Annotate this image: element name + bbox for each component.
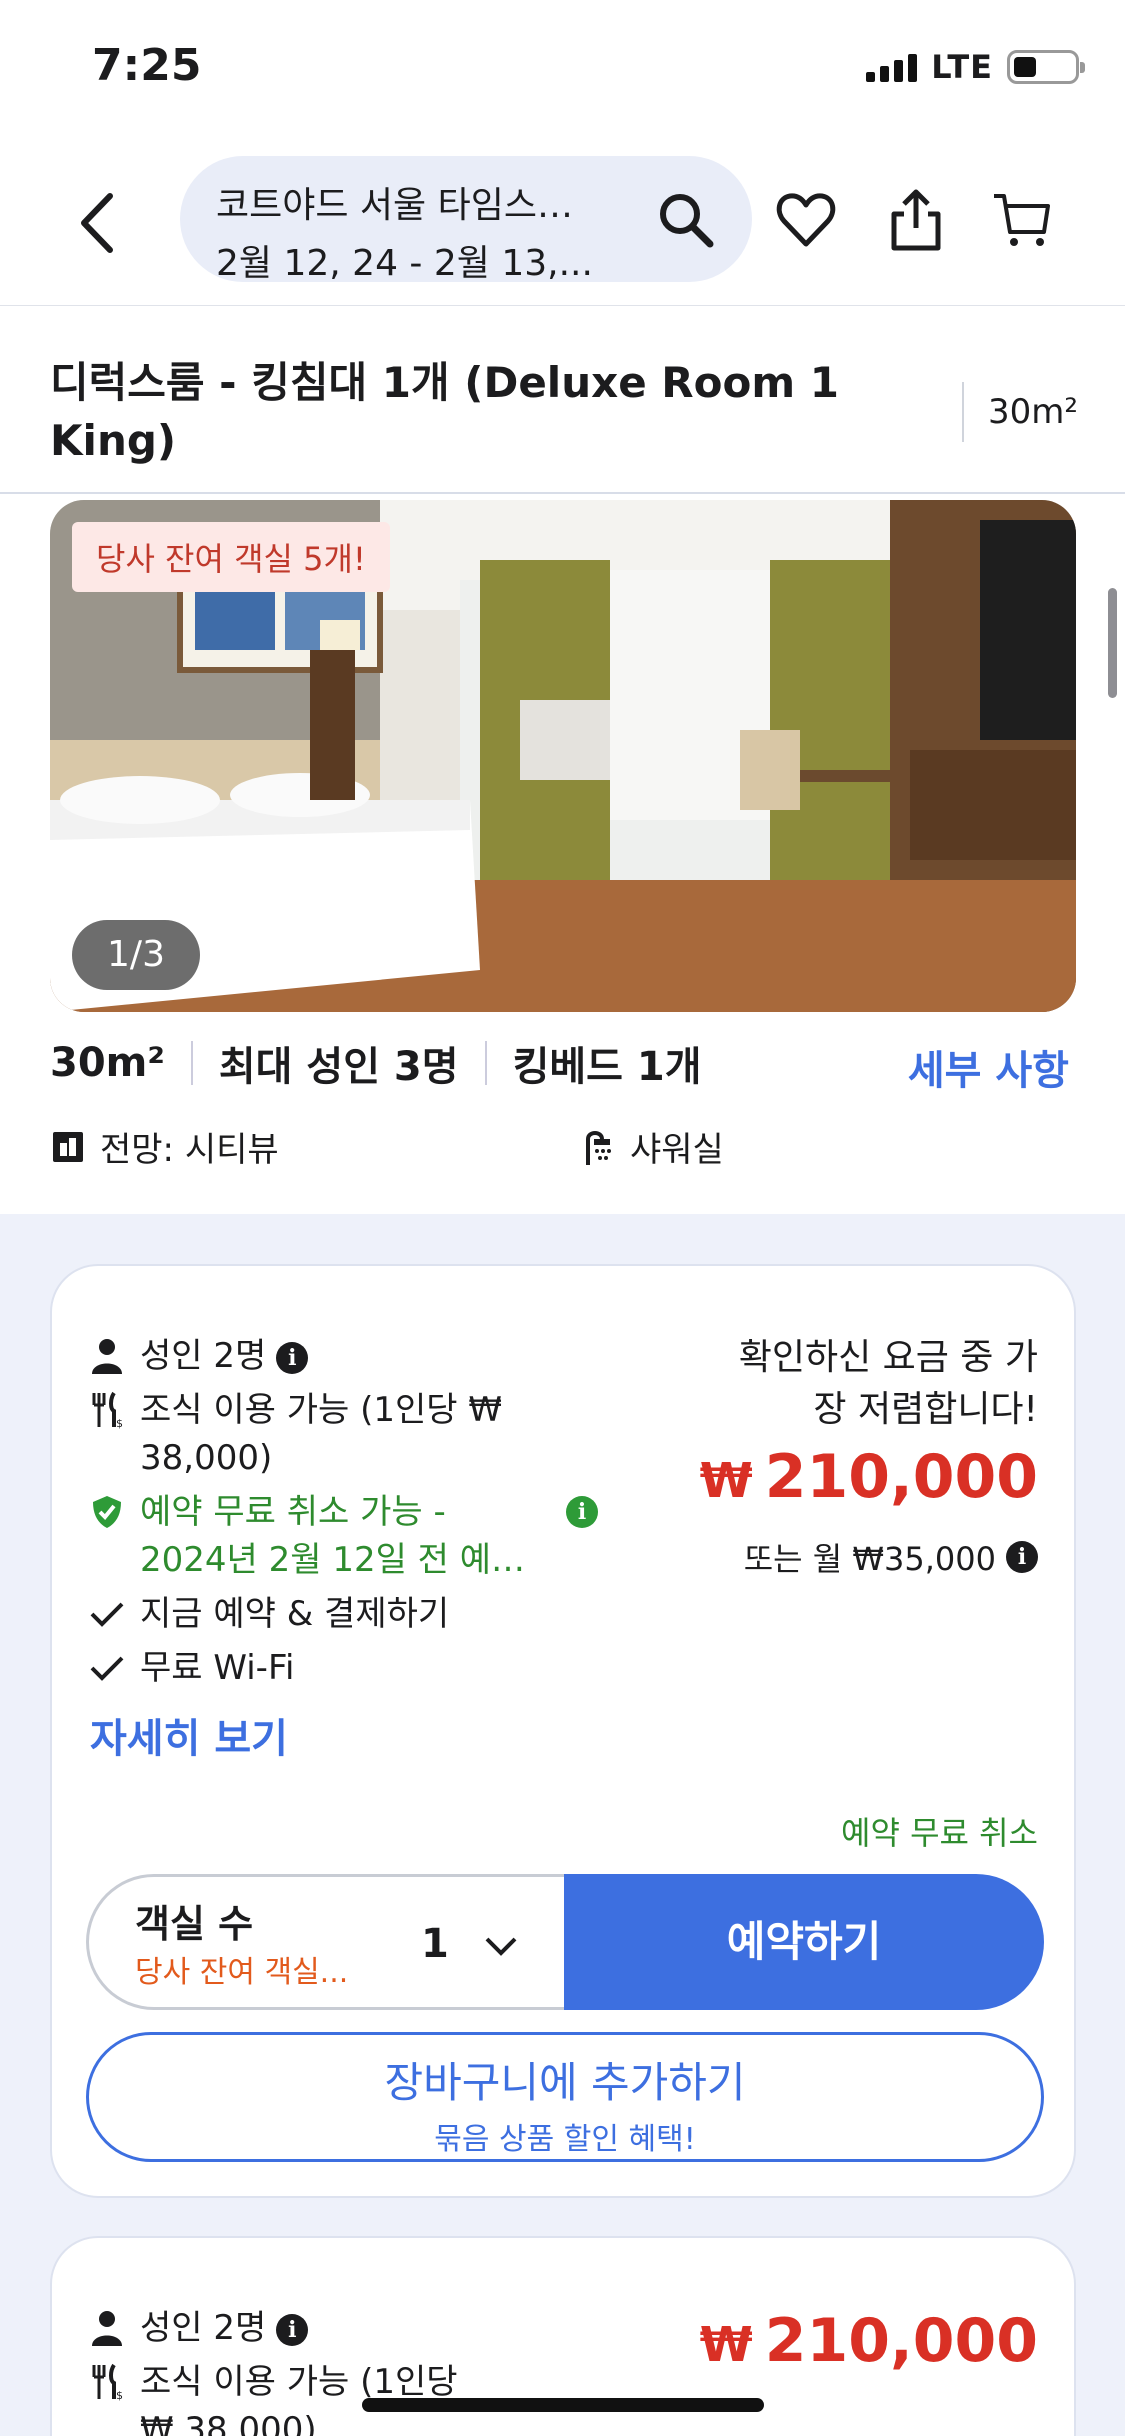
price-value: 210,000 xyxy=(764,1442,1038,1512)
availability-badge: 당사 잔여 객실 5개! xyxy=(72,522,390,592)
spec-size: 30m² xyxy=(50,1040,165,1086)
add-to-cart-label: 장바구니에 추가하기 xyxy=(384,2058,746,2107)
pay-now-label: 지금 예약 & 결제하기 xyxy=(140,1594,450,1634)
city-view-icon xyxy=(53,1131,83,1162)
network-label: LTE xyxy=(931,48,993,86)
rate-breakfast: $ 조식 이용 가능 (1인당 ₩ 38,000) xyxy=(90,1386,610,1482)
shield-check-icon xyxy=(93,1496,121,1528)
monthly-label: 또는 월 ₩35,000 xyxy=(743,1540,996,1578)
amenity-label: 샤워실 xyxy=(630,1130,724,1170)
spec-bed: 킹베드 1개 xyxy=(512,1044,702,1090)
scrollbar[interactable] xyxy=(1108,588,1117,698)
price: ₩210,000 xyxy=(700,2306,1038,2376)
monthly-price: 또는 월 ₩35,000 i xyxy=(744,1534,1038,1580)
status-bar: 7:25 LTE xyxy=(0,0,1125,140)
chevron-down-icon xyxy=(485,1937,517,1956)
top-nav: 코트야드 서울 타임스… 2월 12, 24 - 2월 13,... xyxy=(0,140,1125,306)
room-overview: 당사 잔여 객실 5개! 1/3 30m² 최대 성인 3명 킹베드 1개 세부… xyxy=(0,494,1125,1214)
rate-wifi: 무료 Wi-Fi xyxy=(90,1644,610,1692)
info-icon[interactable]: i xyxy=(276,1341,309,1374)
person-icon xyxy=(92,2311,122,2346)
rate-card: 성인 2명 i $ 조식 이용 가능 (1인당 ₩ 38,000) 예약 무료 취… xyxy=(50,1264,1076,2198)
room-specs: 30m² 최대 성인 3명 킹베드 1개 xyxy=(50,1034,702,1092)
room-title-bar: 디럭스룸 - 킹침대 1개 (Deluxe Room 1 King) 30m² xyxy=(0,306,1125,494)
status-time: 7:25 xyxy=(92,40,202,91)
book-button[interactable]: 예약하기 xyxy=(564,1874,1044,2010)
breakfast-price: ₩ 38,000) xyxy=(140,2410,317,2436)
currency-symbol: ₩ xyxy=(699,1453,753,1509)
person-icon xyxy=(92,1339,122,1374)
info-icon[interactable]: i xyxy=(1006,1541,1038,1573)
search-summary-pill[interactable]: 코트야드 서울 타임스… 2월 12, 24 - 2월 13,... xyxy=(180,156,752,284)
details-link[interactable]: 세부 사항 xyxy=(908,1038,1069,1096)
info-icon[interactable]: i xyxy=(566,1496,598,1528)
amenities: 전망: 시티뷰 샤워실 xyxy=(50,1122,1050,1171)
free-cancel-label: 예약 무료 취소 xyxy=(841,1814,1038,1852)
heart-icon[interactable] xyxy=(774,188,838,252)
see-more-link[interactable]: 자세히 보기 xyxy=(90,1706,288,1764)
back-icon[interactable] xyxy=(70,188,130,258)
utensils-icon: $ xyxy=(92,2363,123,2401)
shower-icon xyxy=(586,1130,611,1165)
battery-icon xyxy=(1007,50,1085,84)
home-indicator[interactable] xyxy=(362,2398,764,2412)
room-title: 디럭스룸 - 킹침대 1개 (Deluxe Room 1 King) xyxy=(50,358,839,465)
info-icon[interactable]: i xyxy=(276,2313,309,2346)
signal-icon xyxy=(866,52,918,82)
divider xyxy=(962,382,964,442)
svg-text:$: $ xyxy=(116,2389,123,2401)
rate-features: 성인 2명 i $ 조식 이용 가능 (1인당 ₩ 38,000) 예약 무료 취… xyxy=(90,1332,610,1698)
qty-label: 객실 수 xyxy=(135,1902,254,1946)
rate-cancellation: 예약 무료 취소 가능 - 2024년 2월 12일 전 예… i xyxy=(90,1488,610,1584)
share-icon[interactable] xyxy=(884,188,948,252)
rate-features: 성인 2명 i $ 조식 이용 가능 (1인당 ₩ 38,000) xyxy=(90,2304,610,2436)
cart-icon[interactable] xyxy=(990,188,1054,252)
room-quantity-selector[interactable]: 객실 수 당사 잔여 객실... 1 xyxy=(86,1874,566,2010)
spec-occupancy: 최대 성인 3명 xyxy=(218,1044,459,1090)
guests-label: 성인 2명 xyxy=(140,1336,267,1376)
divider xyxy=(484,1041,487,1085)
qty-availability: 당사 잔여 객실... xyxy=(135,1955,349,1990)
rate-breakfast: $ 조식 이용 가능 (1인당 ₩ 38,000) xyxy=(90,2358,610,2436)
utensils-icon: $ xyxy=(92,1391,123,1429)
rate-guests: 성인 2명 i xyxy=(90,2304,610,2352)
amenity-label: 전망: 시티뷰 xyxy=(100,1130,279,1170)
room-size: 30m² xyxy=(988,392,1079,432)
lowest-price-note: 확인하신 요금 중 가장 저렴합니다! xyxy=(738,1337,1038,1430)
breakfast-label: 조식 이용 가능 (1인당 ₩ 38,000) xyxy=(140,1390,502,1478)
photo-counter: 1/3 xyxy=(72,920,200,990)
add-to-cart-button[interactable]: 장바구니에 추가하기 묶음 상품 할인 혜택! xyxy=(86,2032,1044,2162)
guests-label: 성인 2명 xyxy=(140,2308,267,2348)
status-indicators: LTE xyxy=(866,48,1085,86)
rate-pay-now: 지금 예약 & 결제하기 xyxy=(90,1590,610,1638)
cancellation-label: 예약 무료 취소 가능 - 2024년 2월 12일 전 예… xyxy=(140,1492,526,1580)
bundle-discount-label: 묶음 상품 할인 혜택! xyxy=(434,2122,696,2157)
hotel-name: 코트야드 서울 타임스… xyxy=(216,185,573,226)
stay-dates: 2월 12, 24 - 2월 13,... xyxy=(216,243,593,284)
amenity-shower: 샤워실 xyxy=(580,1122,724,1171)
svg-text:$: $ xyxy=(116,1417,123,1429)
breakfast-label: 조식 이용 가능 (1인당 xyxy=(140,2362,458,2402)
rate-guests: 성인 2명 i xyxy=(90,1332,610,1380)
search-icon[interactable] xyxy=(656,190,716,250)
room-photo[interactable]: 당사 잔여 객실 5개! 1/3 xyxy=(50,500,1076,1012)
amenity-view: 전망: 시티뷰 xyxy=(50,1122,279,1171)
currency-symbol: ₩ xyxy=(699,2317,753,2373)
divider xyxy=(190,1041,193,1085)
qty-value: 1 xyxy=(421,1921,449,1967)
check-icon xyxy=(90,1656,124,1681)
price-value: 210,000 xyxy=(764,2306,1038,2376)
check-icon xyxy=(90,1602,124,1627)
price: ₩210,000 xyxy=(700,1442,1038,1512)
wifi-label: 무료 Wi-Fi xyxy=(140,1648,295,1688)
